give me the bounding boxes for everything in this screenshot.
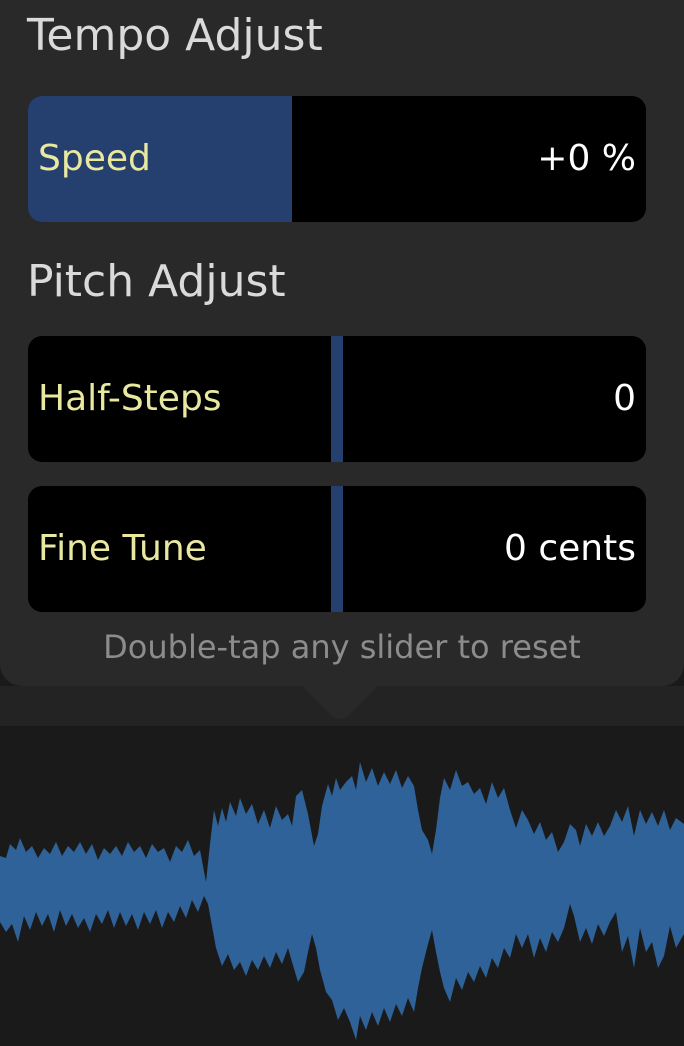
fine-tune-value: 0 cents bbox=[504, 528, 636, 569]
speed-slider[interactable]: Speed +0 % bbox=[28, 96, 646, 222]
half-steps-slider[interactable]: Half-Steps 0 bbox=[28, 336, 646, 462]
pitch-tempo-panel: Tempo Adjust Speed +0 % Pitch Adjust Hal… bbox=[0, 0, 684, 686]
half-steps-slider-marker bbox=[331, 336, 343, 462]
reset-hint: Double-tap any slider to reset bbox=[103, 628, 581, 666]
speed-label: Speed bbox=[38, 138, 151, 179]
speed-value: +0 % bbox=[537, 138, 636, 179]
pitch-section-title: Pitch Adjust bbox=[27, 256, 286, 307]
tempo-section-title: Tempo Adjust bbox=[27, 10, 323, 61]
audio-waveform bbox=[0, 762, 684, 1040]
half-steps-value: 0 bbox=[613, 378, 636, 419]
fine-tune-slider[interactable]: Fine Tune 0 cents bbox=[28, 486, 646, 612]
fine-tune-label: Fine Tune bbox=[38, 528, 207, 569]
popover-pointer bbox=[300, 684, 380, 719]
waveform-view[interactable] bbox=[0, 686, 684, 1046]
waveform-icon bbox=[0, 762, 684, 1040]
fine-tune-slider-marker bbox=[331, 486, 343, 612]
half-steps-label: Half-Steps bbox=[38, 378, 222, 419]
